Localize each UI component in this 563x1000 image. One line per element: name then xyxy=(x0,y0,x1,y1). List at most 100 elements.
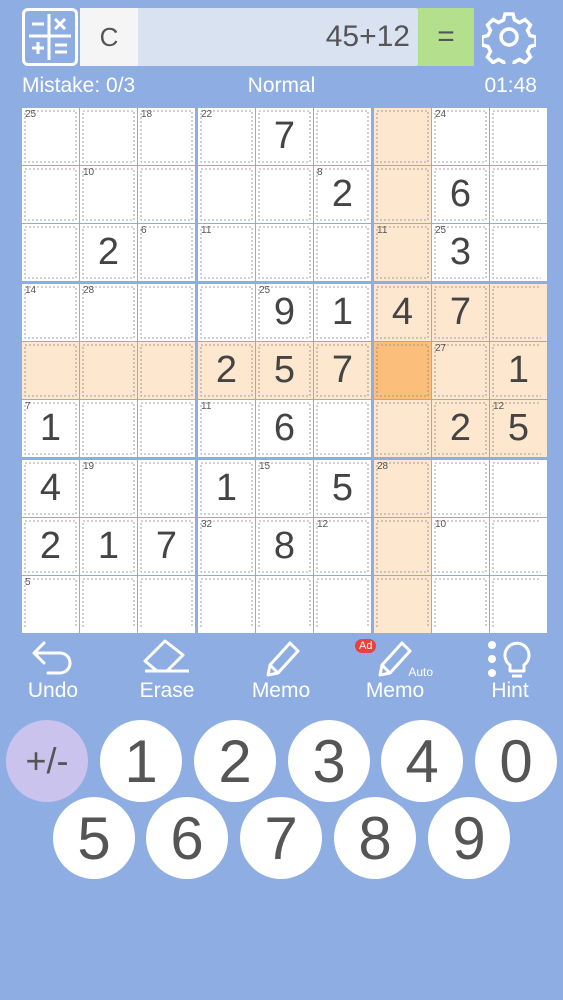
cell-digit: 7 xyxy=(449,291,472,333)
cage-sum: 28 xyxy=(83,285,95,296)
cage-sum: 27 xyxy=(435,343,447,354)
board-cell[interactable] xyxy=(256,576,313,633)
board-cell[interactable] xyxy=(490,460,547,517)
board-cell[interactable] xyxy=(490,166,547,223)
calculator-icon xyxy=(29,14,71,60)
cell-digit: 4 xyxy=(391,291,414,333)
key-9[interactable]: 9 xyxy=(428,797,510,879)
undo-label: Undo xyxy=(27,679,79,702)
board-cell[interactable] xyxy=(138,284,195,341)
board-cell[interactable] xyxy=(22,224,79,281)
cell-digit: 2 xyxy=(39,525,62,567)
board-cell[interactable] xyxy=(374,400,431,457)
cell-digit: 7 xyxy=(273,115,296,157)
cell-digit: 7 xyxy=(155,525,178,567)
board-cell[interactable] xyxy=(138,400,195,457)
cage-sum: 19 xyxy=(83,461,95,472)
auto-memo-button[interactable]: Ad Auto Memo xyxy=(345,637,445,707)
cell-digit: 1 xyxy=(331,291,354,333)
board-cell[interactable] xyxy=(256,224,313,281)
board-cell[interactable] xyxy=(314,108,371,165)
board-cell[interactable] xyxy=(490,518,547,575)
cage-sum: 28 xyxy=(377,461,389,472)
board-cell[interactable] xyxy=(374,576,431,633)
board-cell[interactable] xyxy=(138,576,195,633)
erase-button[interactable]: Erase xyxy=(117,637,217,707)
key-1[interactable]: 1 xyxy=(100,720,182,802)
key-2[interactable]: 2 xyxy=(194,720,276,802)
key-3[interactable]: 3 xyxy=(288,720,370,802)
board-cell[interactable] xyxy=(256,166,313,223)
calculator-expression: 45+12 xyxy=(325,20,410,53)
calculator-button[interactable] xyxy=(22,8,78,66)
board-cell[interactable] xyxy=(490,108,547,165)
cell-digit: 6 xyxy=(449,173,472,215)
cage-sum: 11 xyxy=(201,225,212,236)
cell-digit: 9 xyxy=(273,291,296,333)
cage-sum: 5 xyxy=(25,577,31,588)
board-cell[interactable] xyxy=(22,166,79,223)
board-cell[interactable] xyxy=(432,460,489,517)
erase-label: Erase xyxy=(139,679,195,702)
pencil-icon xyxy=(266,641,300,677)
settings-button[interactable] xyxy=(480,10,538,70)
undo-button[interactable]: Undo xyxy=(3,637,103,707)
cell-digit: 3 xyxy=(449,231,472,273)
timer: 01:48 xyxy=(484,74,537,97)
cage-sum: 11 xyxy=(201,401,212,412)
board-cell[interactable] xyxy=(198,166,255,223)
cell-digit: 2 xyxy=(449,407,472,449)
cell-digit: 1 xyxy=(507,349,530,391)
board-cell[interactable] xyxy=(22,342,79,399)
key-8[interactable]: 8 xyxy=(334,797,416,879)
key-5[interactable]: 5 xyxy=(53,797,135,879)
board-cell[interactable] xyxy=(138,166,195,223)
board-cell[interactable] xyxy=(432,576,489,633)
board-cell[interactable] xyxy=(314,224,371,281)
board-cell[interactable] xyxy=(80,400,137,457)
cage-sum: 10 xyxy=(83,167,95,178)
cell-digit: 1 xyxy=(215,467,238,509)
cell-digit: 2 xyxy=(97,231,120,273)
cell-digit: 1 xyxy=(39,407,62,449)
board-cell[interactable] xyxy=(80,108,137,165)
clear-button[interactable]: C xyxy=(80,8,138,66)
cell-digit: 2 xyxy=(331,173,354,215)
eraser-icon xyxy=(143,639,189,673)
board-cell[interactable] xyxy=(490,576,547,633)
board-cell[interactable] xyxy=(490,224,547,281)
key-4[interactable]: 4 xyxy=(381,720,463,802)
board-cell[interactable] xyxy=(80,576,137,633)
cell-digit: 4 xyxy=(39,467,62,509)
cage-sum: 22 xyxy=(201,109,213,120)
board-cell[interactable] xyxy=(490,284,547,341)
auto-memo-label: Memo xyxy=(365,679,425,702)
ad-badge: Ad xyxy=(355,639,377,653)
undo-icon xyxy=(32,641,72,675)
board-cell[interactable] xyxy=(374,166,431,223)
memo-button[interactable]: Memo xyxy=(231,637,331,707)
cage-sum: 25 xyxy=(25,109,37,120)
board-cell[interactable] xyxy=(374,518,431,575)
equals-button[interactable]: = xyxy=(418,8,474,66)
hint-button[interactable]: Hint xyxy=(460,637,560,707)
board-cell[interactable] xyxy=(198,284,255,341)
board-cell[interactable] xyxy=(138,460,195,517)
sudoku-board: 25 18 22 24 10 8 6 11 11 25 14 28 25 27 7 11 12 19 15 28 32 1… xyxy=(22,108,547,633)
key-7[interactable]: 7 xyxy=(240,797,322,879)
board-cell[interactable] xyxy=(374,342,431,399)
board-cell[interactable] xyxy=(138,342,195,399)
cage-sum: 11 xyxy=(377,225,388,236)
lightbulb-icon xyxy=(488,641,531,678)
key-6[interactable]: 6 xyxy=(146,797,228,879)
board-cell[interactable] xyxy=(314,400,371,457)
key-0[interactable]: 0 xyxy=(475,720,557,802)
board-cell[interactable] xyxy=(374,108,431,165)
board-cell[interactable] xyxy=(80,342,137,399)
cell-digit: 5 xyxy=(273,349,296,391)
gear-icon xyxy=(480,12,538,70)
board-cell[interactable] xyxy=(198,576,255,633)
sign-toggle-key[interactable]: +/- xyxy=(6,720,88,802)
cage-sum: 10 xyxy=(435,519,447,530)
board-cell[interactable] xyxy=(314,576,371,633)
